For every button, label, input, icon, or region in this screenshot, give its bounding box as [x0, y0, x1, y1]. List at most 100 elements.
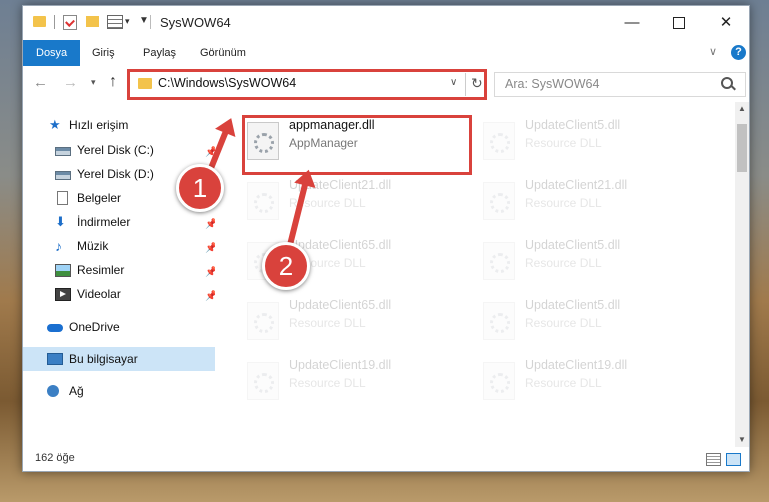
dll-file-icon [483, 182, 515, 220]
address-divider [465, 73, 466, 96]
new-folder-icon[interactable] [86, 16, 99, 27]
file-description: Resource DLL [525, 256, 602, 270]
pictures-icon [55, 264, 71, 277]
drive-icon [55, 171, 71, 180]
file-description: Resource DLL [289, 316, 366, 330]
file-description: Resource DLL [525, 376, 602, 390]
network-icon [47, 385, 59, 397]
tab-share[interactable]: Paylaş [133, 40, 186, 66]
maximize-button[interactable] [656, 10, 702, 36]
file-name: UpdateClient21.dll [525, 178, 628, 192]
dll-file-icon [483, 302, 515, 340]
highlight-box [242, 115, 472, 175]
file-description: Resource DLL [525, 136, 602, 150]
help-icon[interactable]: ? [731, 45, 746, 60]
dll-file-icon [483, 122, 515, 160]
file-name: UpdateClient19.dll [525, 358, 628, 372]
documents-icon [57, 191, 68, 205]
file-item[interactable]: UpdateClient21.dll Resource DLL [479, 174, 699, 224]
videos-icon [55, 288, 71, 301]
search-icon[interactable] [721, 77, 733, 89]
step-badge-2: 2 [262, 242, 310, 290]
file-item[interactable]: UpdateClient65.dll Resource DLL [243, 294, 463, 344]
file-item[interactable]: UpdateClient5.dll Resource DLL [479, 234, 699, 284]
forward-icon[interactable]: → [63, 74, 78, 91]
explorer-window: ▾ ▼ SysWOW64 — ✕ Dosya Giriş Paylaş Görü… [22, 5, 750, 472]
folder-icon [33, 16, 46, 27]
file-name: UpdateClient5.dll [525, 238, 621, 252]
sidebar-item-label: Ağ [69, 384, 84, 398]
folder-icon [138, 78, 152, 89]
downloads-icon: ⬇ [55, 214, 66, 229]
computer-icon [47, 353, 63, 365]
refresh-icon[interactable]: ↻ [471, 75, 483, 92]
address-bar[interactable]: C:\Windows\SysWOW64 ∨ ↻ [127, 69, 487, 100]
file-item[interactable]: UpdateClient5.dll Resource DLL [479, 294, 699, 344]
onedrive-icon [47, 324, 63, 332]
item-count: 162 öğe [35, 452, 75, 464]
file-item[interactable]: UpdateClient5.dll Resource DLL [479, 114, 699, 164]
vertical-scrollbar[interactable]: ▲ ▼ [735, 102, 749, 447]
dll-file-icon [247, 362, 279, 400]
recent-locations-icon[interactable]: ▾ [91, 77, 96, 88]
step-badge-1: 1 [176, 164, 224, 212]
title-bar: ▾ ▼ SysWOW64 — ✕ [23, 6, 749, 40]
minimize-button[interactable]: — [609, 10, 655, 36]
dll-file-icon [483, 242, 515, 280]
search-placeholder: Ara: SysWOW64 [505, 77, 600, 91]
file-description: Resource DLL [525, 316, 602, 330]
scroll-up-icon[interactable]: ▲ [738, 104, 746, 113]
customize-toolbar-icon[interactable]: ▼ [139, 15, 149, 26]
tiles-view-icon[interactable] [726, 453, 741, 466]
search-input[interactable]: Ara: SysWOW64 [494, 72, 746, 97]
dll-file-icon [247, 302, 279, 340]
file-name: UpdateClient5.dll [525, 118, 621, 132]
expand-ribbon-icon[interactable]: ∨ [709, 45, 717, 58]
up-icon[interactable]: ↑ [109, 73, 117, 91]
file-name: UpdateClient65.dll [289, 298, 392, 312]
address-path[interactable]: C:\Windows\SysWOW64 [158, 76, 296, 90]
maximize-icon [673, 17, 685, 30]
sidebar-item-label: OneDrive [69, 320, 120, 334]
sidebar-item-label: Videolar [77, 287, 121, 301]
star-icon: ★ [49, 117, 61, 132]
sidebar-item-label: Resimler [77, 263, 125, 277]
tab-file[interactable]: Dosya [23, 40, 81, 66]
chevron-down-icon[interactable]: ▾ [125, 16, 130, 27]
dll-file-icon [483, 362, 515, 400]
tab-home[interactable]: Giriş [82, 40, 125, 66]
status-bar: 162 öğe [23, 447, 749, 471]
sidebar-item-label: Bu bilgisayar [69, 352, 138, 366]
drive-icon [55, 147, 71, 156]
window-title: SysWOW64 [160, 15, 231, 30]
sidebar-item-label: Hızlı erişim [69, 118, 129, 132]
chevron-down-icon[interactable]: ∨ [450, 77, 457, 88]
navigation-pane: ★ Hızlı erişim Yerel Disk (C:) 📌 Yerel D… [23, 102, 217, 447]
navigation-bar: ← → ▾ ↑ C:\Windows\SysWOW64 ∨ ↻ Ara: Sys… [23, 66, 749, 102]
back-icon[interactable]: ← [33, 74, 48, 91]
tab-view[interactable]: Görünüm [190, 40, 256, 66]
file-item[interactable]: UpdateClient19.dll Resource DLL [479, 354, 699, 404]
view-icon[interactable] [107, 15, 123, 29]
file-item[interactable]: UpdateClient21.dll Resource DLL [243, 174, 463, 224]
music-icon: ♪ [55, 238, 62, 254]
close-button[interactable]: ✕ [703, 10, 749, 36]
file-description: Resource DLL [289, 376, 366, 390]
file-name: UpdateClient5.dll [525, 298, 621, 312]
sidebar-item-label: Yerel Disk (C:) [77, 143, 154, 157]
details-view-icon[interactable] [706, 453, 721, 466]
sidebar-item-label: Yerel Disk (D:) [77, 167, 154, 181]
sidebar-item-label: İndirmeler [77, 215, 131, 229]
ribbon-tabs: Dosya Giriş Paylaş Görünüm ∨ ? [23, 40, 749, 67]
file-name: UpdateClient19.dll [289, 358, 392, 372]
toolbar-divider [54, 15, 55, 29]
scrollbar-thumb[interactable] [737, 124, 747, 172]
scroll-down-icon[interactable]: ▼ [738, 435, 746, 444]
sidebar-item-label: Belgeler [77, 191, 122, 205]
file-item[interactable]: UpdateClient19.dll Resource DLL [243, 354, 463, 404]
sidebar-item-label: Müzik [77, 239, 109, 253]
dll-file-icon [247, 182, 279, 220]
file-description: Resource DLL [525, 196, 602, 210]
properties-icon[interactable] [63, 15, 77, 30]
title-divider [150, 15, 151, 29]
